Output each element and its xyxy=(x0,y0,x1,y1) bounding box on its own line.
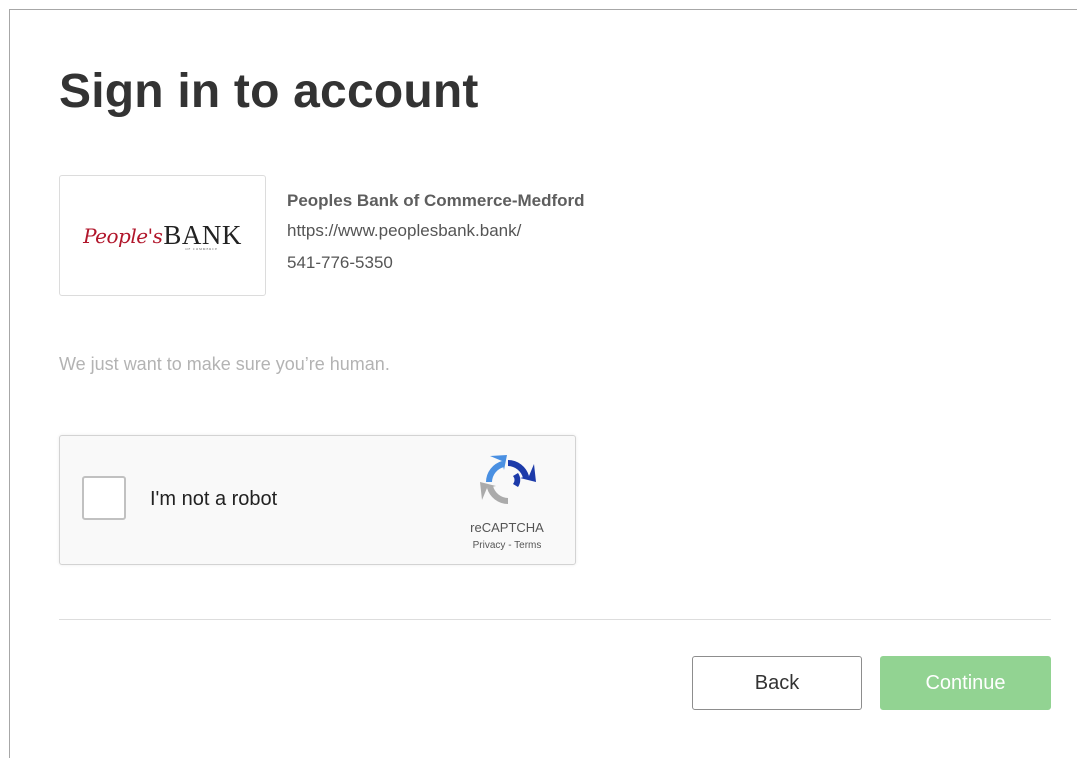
recaptcha-privacy-link[interactable]: Privacy xyxy=(473,540,506,551)
sign-in-panel: Sign in to account People's BANK OF COMM… xyxy=(9,9,1077,758)
human-check-message: We just want to make sure you’re human. xyxy=(59,354,390,374)
back-button[interactable]: Back xyxy=(692,656,862,710)
bank-logo-script: People's xyxy=(83,223,163,248)
bank-logo: People's BANK OF COMMERCE xyxy=(59,175,266,296)
bank-info: Peoples Bank of Commerce-Medford https:/… xyxy=(287,188,585,279)
recaptcha-widget: I'm not a robot reCAPTCHA Privacy - Term… xyxy=(59,435,576,565)
bank-name: Peoples Bank of Commerce-Medford xyxy=(287,191,585,210)
divider xyxy=(59,619,1051,620)
bank-phone: 541-776-5350 xyxy=(287,253,393,272)
bank-logo-wordmark: BANK OF COMMERCE xyxy=(163,220,242,251)
bank-logo-subtext: OF COMMERCE xyxy=(185,247,219,251)
recaptcha-label: I'm not a robot xyxy=(150,488,278,510)
recaptcha-brand: reCAPTCHA xyxy=(470,520,544,535)
recaptcha-logo-icon xyxy=(480,455,536,504)
bank-logo-bank-text: BANK xyxy=(163,220,242,250)
recaptcha-links: Privacy - Terms xyxy=(445,540,569,551)
recaptcha-checkbox[interactable] xyxy=(82,476,126,520)
page-title: Sign in to account xyxy=(59,65,479,118)
recaptcha-link-separator: - xyxy=(505,540,515,551)
bank-url: https://www.peoplesbank.bank/ xyxy=(287,221,522,240)
continue-button[interactable]: Continue xyxy=(880,656,1051,710)
recaptcha-terms-link[interactable]: Terms xyxy=(514,540,541,551)
